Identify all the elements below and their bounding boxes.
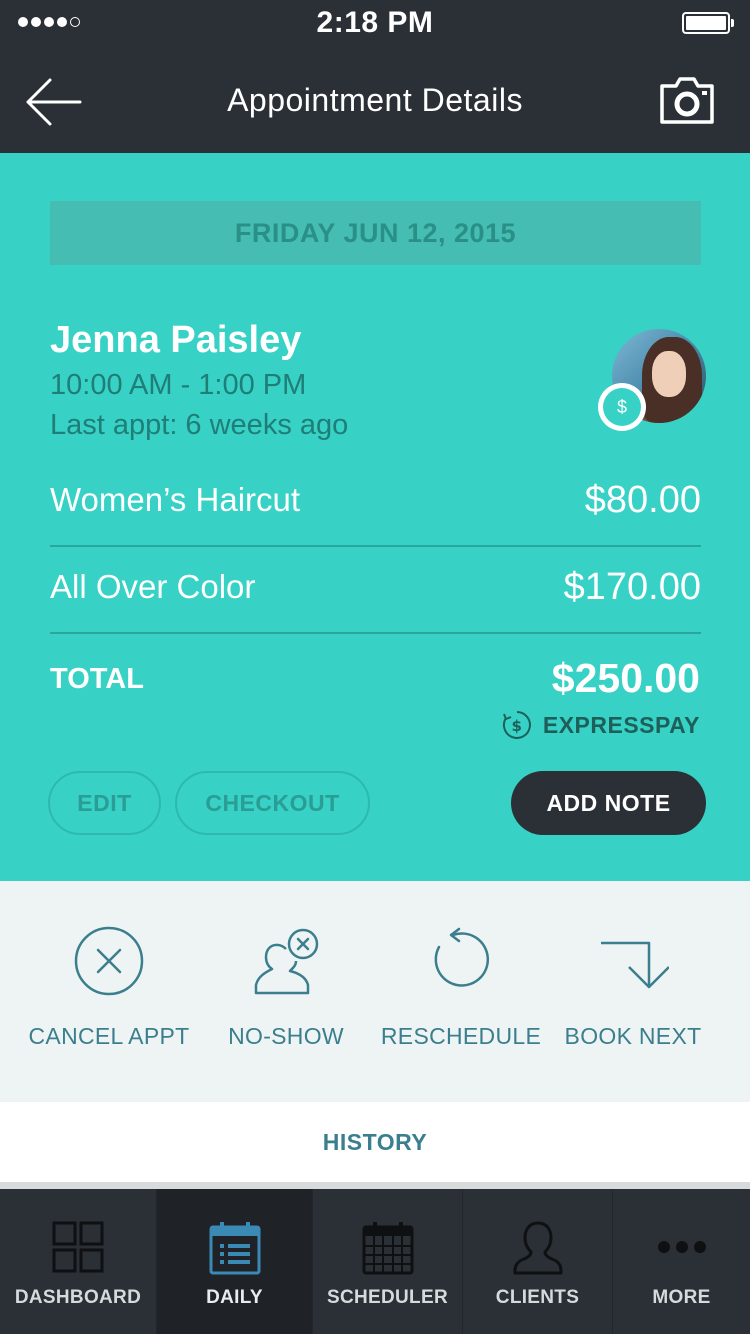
dots-icon [657,1241,706,1253]
tab-label: DAILY [206,1287,263,1308]
person-icon [513,1221,562,1275]
service-price: $80.00 [584,479,701,521]
service-name: Women’s Haircut [50,481,301,518]
calendar-grid-icon [362,1222,413,1275]
grid-icon [52,1221,104,1273]
nav-bar: Appointment Details [0,50,750,153]
calendar-list-icon [209,1222,260,1275]
service-name: All Over Color [50,568,256,605]
status-clock: 2:18 PM [316,6,434,39]
action-label: RESCHEDULE [380,1023,542,1049]
last-appointment: Last appt: 6 weeks ago [50,409,349,441]
tab-label: DASHBOARD [14,1287,142,1308]
tab-dashboard[interactable]: DASHBOARD [0,1189,157,1334]
service-row: All Over Color $170.00 [50,546,701,634]
total-amount: $250.00 [551,655,700,701]
tab-bar: DASHBOARD DAILY SCHEDULER CLIENTS MORE [0,1189,750,1334]
tab-label: CLIENTS [495,1287,580,1308]
checkout-button[interactable]: CHECKOUT [175,771,370,835]
cancel-appt-button[interactable]: CANCEL APPT [22,925,196,1050]
service-row: Women’s Haircut $80.00 [50,459,701,547]
person-x-icon [254,928,319,995]
appointment-date: FRIDAY JUN 12, 2015 [50,201,701,265]
battery-icon [682,12,734,34]
status-bar: 2:18 PM [0,0,750,50]
divider [0,1182,750,1189]
tab-scheduler[interactable]: SCHEDULER [313,1189,463,1334]
tab-more[interactable]: MORE [613,1189,750,1334]
action-label: NO-SHOW [228,1023,344,1049]
service-price: $170.00 [563,566,701,608]
refresh-icon [434,927,490,987]
payment-method: $ EXPRESSPAY [501,709,700,741]
edit-button[interactable]: EDIT [48,771,161,835]
action-label: BOOK NEXT [564,1023,702,1049]
camera-icon [660,77,714,124]
tab-label: SCHEDULER [327,1287,448,1308]
reschedule-button[interactable]: RESCHEDULE [380,925,542,1050]
no-show-button[interactable]: NO-SHOW [206,925,366,1050]
client-name[interactable]: Jenna Paisley [50,319,301,362]
expresspay-badge-icon: $ [598,383,646,431]
tab-clients[interactable]: CLIENTS [463,1189,613,1334]
tab-label: MORE [652,1287,711,1308]
history-tab[interactable]: HISTORY [0,1102,750,1182]
book-next-button[interactable]: BOOK NEXT [558,925,708,1050]
action-label: CANCEL APPT [28,1023,190,1049]
expresspay-icon: $ [502,711,531,739]
page-title: Appointment Details [227,82,523,118]
cancel-circle-icon [74,926,144,996]
payment-method-label: EXPRESSPAY [542,711,700,738]
tab-daily[interactable]: DAILY [157,1189,313,1334]
arrow-down-right-icon [601,941,669,989]
svg-text:$: $ [511,717,522,735]
appointment-panel: FRIDAY JUN 12, 2015 Jenna Paisley 10:00 … [0,153,750,881]
appointment-time: 10:00 AM - 1:00 PM [50,369,307,401]
add-note-button[interactable]: ADD NOTE [511,771,706,835]
camera-button[interactable] [658,76,716,126]
total-label: TOTAL [50,663,144,695]
quick-actions: CANCEL APPT NO-SHOW RESCHEDULE BOOK NEXT [0,881,750,1102]
